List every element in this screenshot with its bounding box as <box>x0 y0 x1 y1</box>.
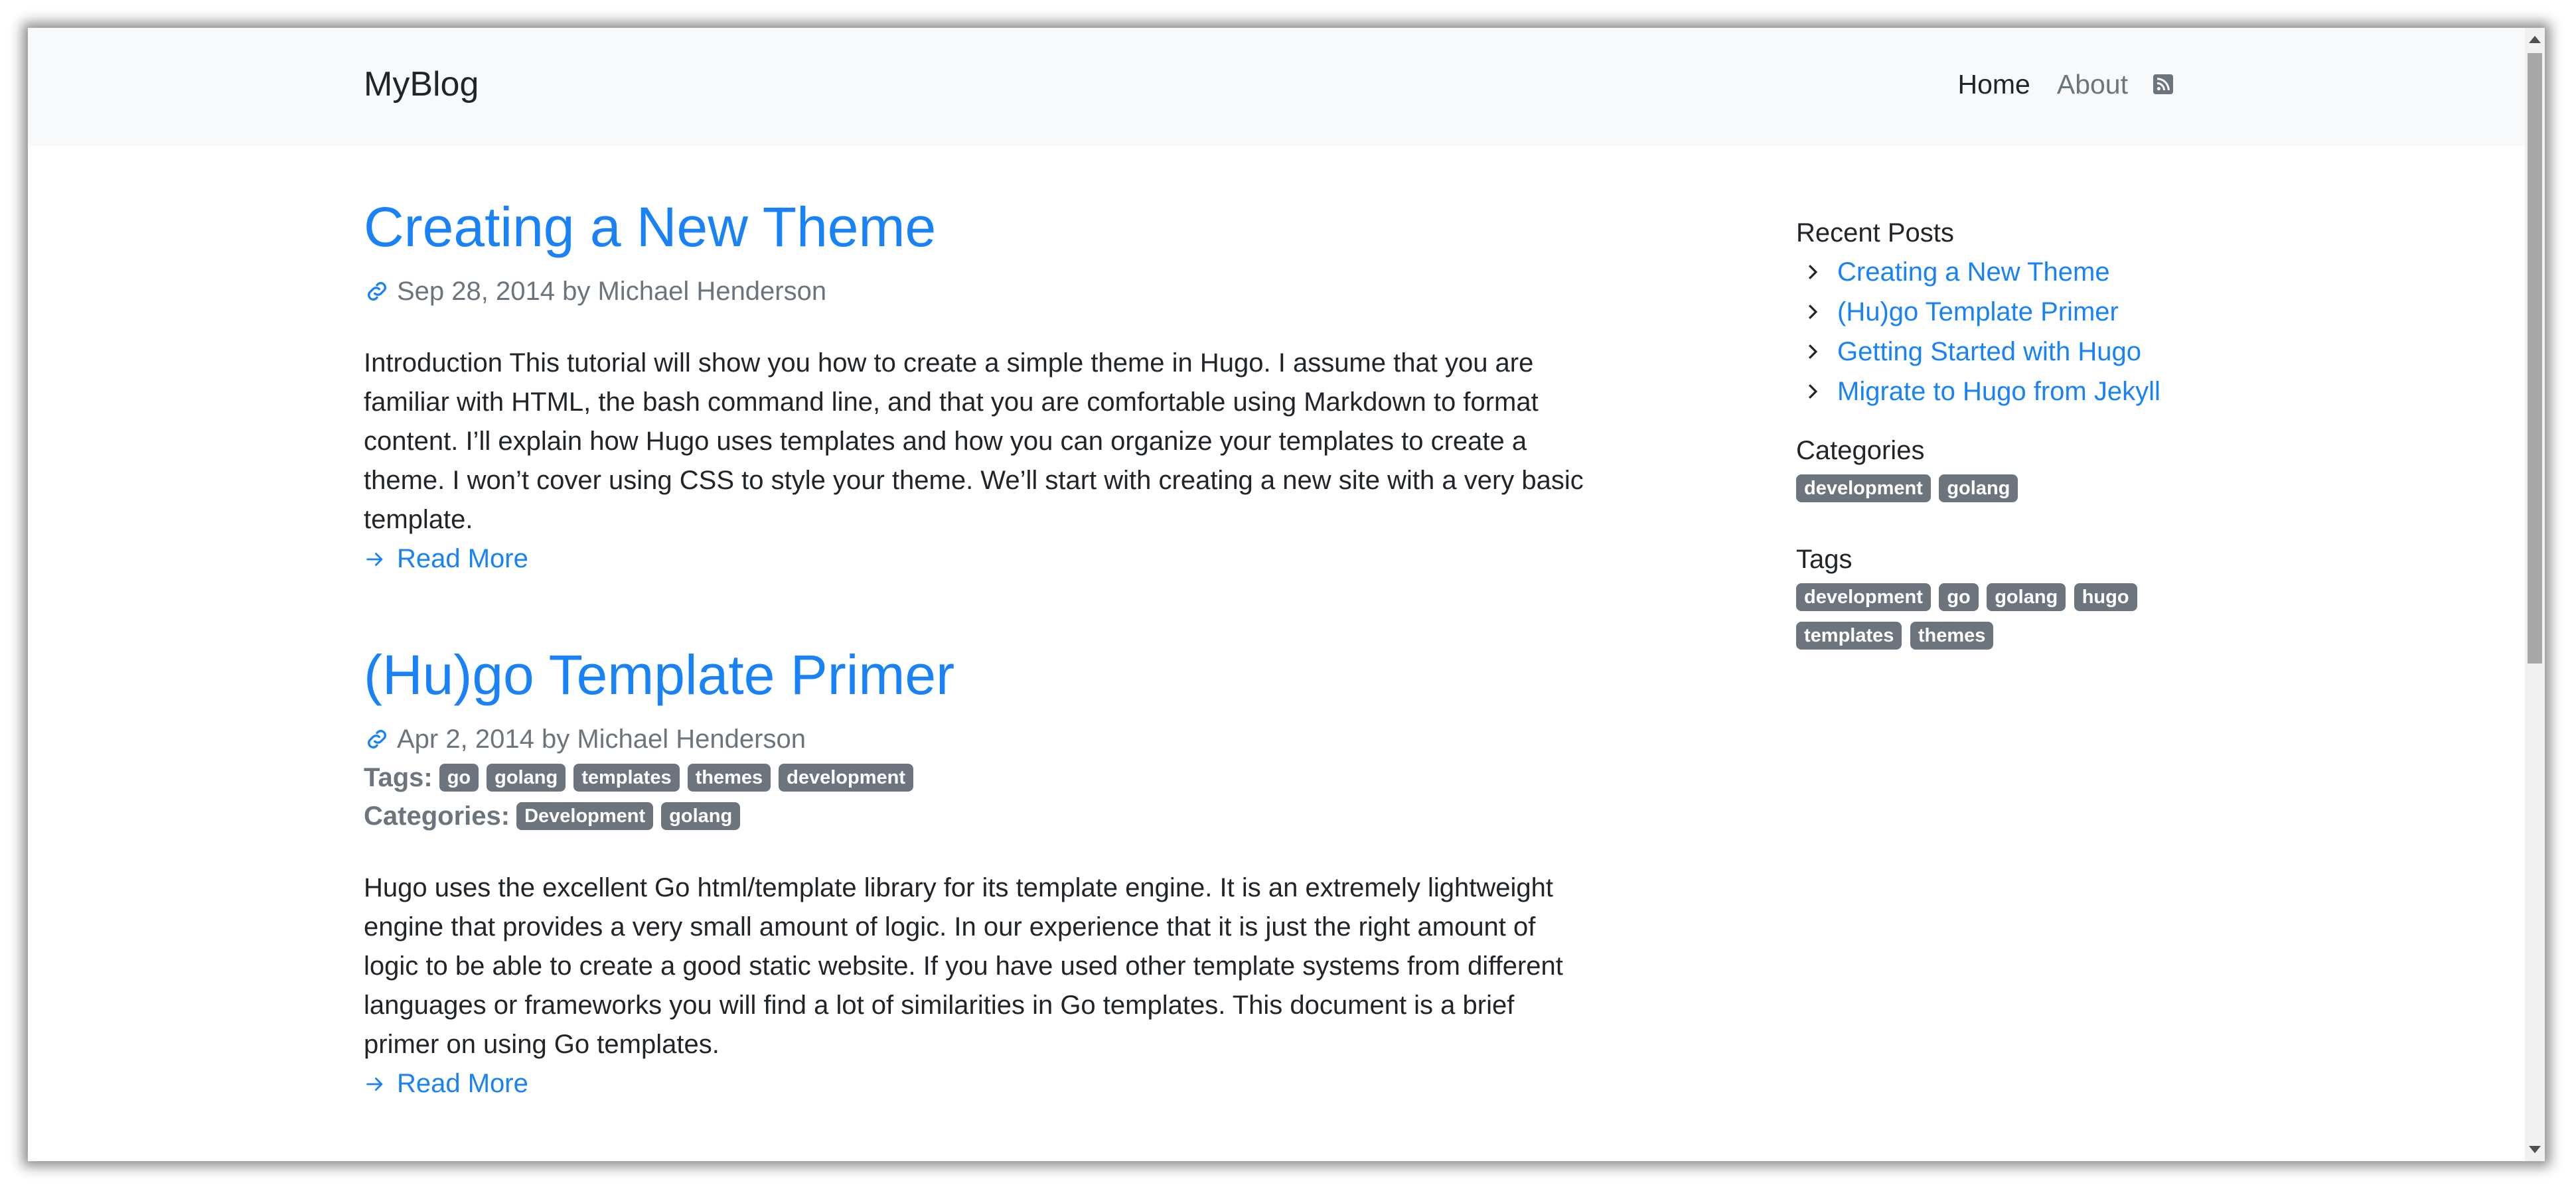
tags-badges: development go golang hugo templates the… <box>1796 581 2208 658</box>
recent-posts-list: Creating a New Theme (Hu)go Template Pri… <box>1796 252 2261 411</box>
nav-link-home[interactable]: Home <box>1957 61 2030 107</box>
rss-icon[interactable] <box>2153 74 2173 94</box>
recent-post-link[interactable]: Migrate to Hugo from Jekyll <box>1837 372 2160 411</box>
sidebar: Recent Posts Creating a New Theme (Hu)go… <box>1796 214 2261 687</box>
tag-badge[interactable]: golang <box>487 764 566 792</box>
tag-badge[interactable]: themes <box>687 764 771 792</box>
tag-badge[interactable]: templates <box>573 764 680 792</box>
categories-heading: Categories <box>1796 436 1925 465</box>
chevron-right-icon <box>1808 265 1818 279</box>
post-author: by Michael Henderson <box>541 725 806 754</box>
chevron-right-icon <box>1808 384 1818 399</box>
browser-window: MyBlog Home About Creating a New Theme S… <box>28 28 2545 1161</box>
post-summary: Hugo uses the excellent Go html/template… <box>364 873 1563 1059</box>
tag-badge[interactable]: go <box>1939 583 1979 611</box>
arrow-right-icon <box>366 1077 383 1091</box>
scroll-down-icon[interactable] <box>2529 1146 2541 1153</box>
tags-heading: Tags <box>1796 545 1853 574</box>
nav-link-about[interactable]: About <box>2057 61 2128 107</box>
post-title-link[interactable]: Creating a New Theme <box>364 194 1592 260</box>
category-badge[interactable]: golang <box>1939 474 2018 502</box>
list-item: Migrate to Hugo from Jekyll <box>1796 372 2261 411</box>
post-list: Creating a New Theme Sep 28, 2014 by Mic… <box>364 194 1592 1161</box>
recent-post-link[interactable]: Getting Started with Hugo <box>1837 332 2141 372</box>
permalink-icon[interactable] <box>364 726 390 752</box>
tags-label: Tags: <box>364 763 433 792</box>
post-date: Apr 2, 2014 <box>397 725 534 754</box>
read-more-link[interactable]: Read More <box>364 539 1592 579</box>
post-meta: Apr 2, 2014 by Michael Henderson <box>364 720 1592 758</box>
vertical-scrollbar[interactable] <box>2525 28 2545 1161</box>
chevron-right-icon <box>1808 344 1818 359</box>
permalink-icon[interactable] <box>364 278 390 305</box>
nav-links: Home About <box>1931 61 2173 107</box>
categories-badges: development golang <box>1796 472 2208 511</box>
post-card: Creating a New Theme Sep 28, 2014 by Mic… <box>364 194 1592 579</box>
post-summary: Introduction This tutorial will show you… <box>364 348 1584 534</box>
arrow-right-icon <box>366 552 383 566</box>
recent-post-link[interactable]: Creating a New Theme <box>1837 252 2110 292</box>
post-date: Sep 28, 2014 <box>397 277 555 306</box>
read-more-label: Read More <box>397 544 528 573</box>
post-title-link[interactable]: (Hu)go Template Primer <box>364 642 1592 708</box>
list-item: (Hu)go Template Primer <box>1796 292 2261 332</box>
tag-badge[interactable]: templates <box>1796 622 1902 650</box>
categories-label: Categories: <box>364 802 510 831</box>
post-meta: Sep 28, 2014 by Michael Henderson <box>364 272 1592 311</box>
recent-post-link[interactable]: (Hu)go Template Primer <box>1837 292 2119 332</box>
tag-badge[interactable]: hugo <box>2074 583 2137 611</box>
category-badge[interactable]: Development <box>516 802 654 830</box>
recent-posts-heading: Recent Posts <box>1796 218 1954 247</box>
tag-badge[interactable]: development <box>1796 583 1931 611</box>
navbar: MyBlog Home About <box>28 28 2525 146</box>
chevron-right-icon <box>1808 305 1818 319</box>
category-badge[interactable]: golang <box>661 802 741 830</box>
list-item: Creating a New Theme <box>1796 252 2261 292</box>
scroll-up-icon[interactable] <box>2529 36 2541 43</box>
tag-badge[interactable]: go <box>439 764 479 792</box>
post-tags: Tags: go golang templates themes develop… <box>364 758 1592 797</box>
read-more-label: Read More <box>397 1069 528 1098</box>
brand-link[interactable]: MyBlog <box>364 61 479 107</box>
tag-badge[interactable]: themes <box>1910 622 1994 650</box>
post-author: by Michael Henderson <box>562 277 827 306</box>
list-item: Getting Started with Hugo <box>1796 332 2261 372</box>
scroll-thumb[interactable] <box>2528 53 2542 664</box>
post-categories: Categories: Development golang <box>364 797 1592 835</box>
category-badge[interactable]: development <box>1796 474 1931 502</box>
post-card: (Hu)go Template Primer Apr 2, 2014 by Mi… <box>364 642 1592 1103</box>
tag-badge[interactable]: golang <box>1987 583 2066 611</box>
tag-badge[interactable]: development <box>779 764 914 792</box>
read-more-link[interactable]: Read More <box>364 1064 1592 1103</box>
